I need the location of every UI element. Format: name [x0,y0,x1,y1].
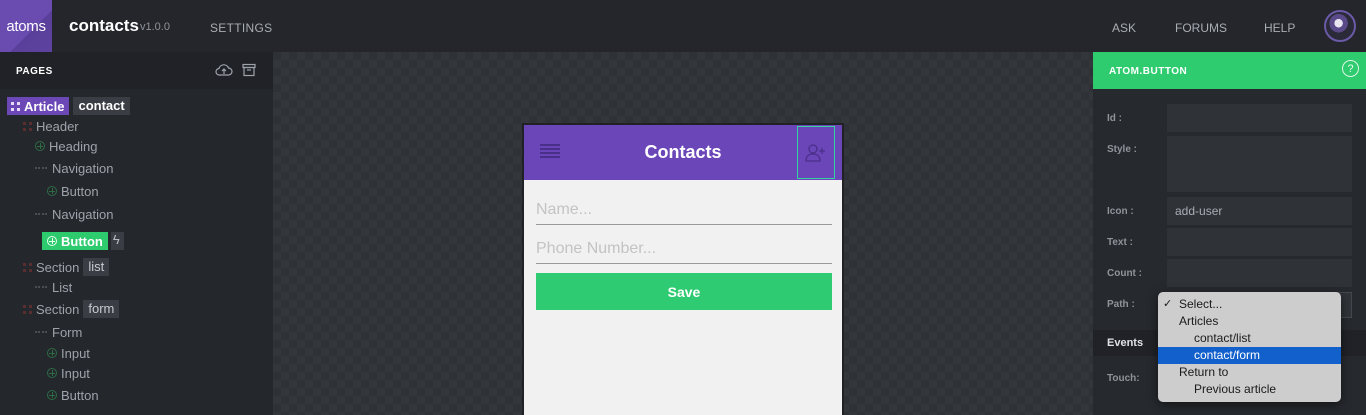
plus-circle-icon [47,348,57,358]
count-label: Count : [1107,268,1142,279]
pages-title: PAGES [16,66,53,77]
dots-icon [35,286,47,288]
design-canvas[interactable]: Contacts Name... Phone Number... Save [273,52,1093,415]
inspector-header: ATOM.BUTTON ? [1093,52,1366,89]
dropdown-group-return-to: Return to [1179,365,1229,379]
save-button[interactable]: Save [536,273,832,310]
phone-screen: Contacts Name... Phone Number... Save [524,125,842,415]
tree-label: Input [61,365,90,381]
tree-item-button[interactable]: Button [47,182,99,200]
article-tag[interactable]: contact [73,97,130,115]
cloud-upload-icon[interactable] [215,62,233,78]
grid-icon [23,262,32,272]
dots-icon [35,213,47,215]
help-link[interactable]: HELP [1264,21,1295,35]
ask-link[interactable]: ASK [1112,21,1136,35]
tree-label: Heading [49,138,98,154]
settings-link[interactable]: SETTINGS [210,21,272,35]
tree-label: Navigation [52,160,114,176]
icon-field[interactable]: add-user [1167,197,1352,225]
user-avatar[interactable] [1324,10,1356,42]
phone-number-input[interactable]: Phone Number... [536,230,832,264]
path-dropdown-menu[interactable]: ✓ Select... Articles contact/list contac… [1158,292,1341,402]
pages-sidebar: PAGES Article contact Header Heading Nav… [0,52,273,415]
style-field[interactable] [1167,136,1352,192]
plus-circle-icon [47,186,57,196]
id-field[interactable] [1167,104,1352,132]
help-icon[interactable]: ? [1342,60,1359,77]
tree-item-article[interactable]: Article contact [7,97,130,115]
tree-label: Button [61,387,99,403]
tree-item-heading[interactable]: Heading [35,137,97,155]
dropdown-option-label: Select... [1179,297,1223,311]
bolt-icon[interactable] [110,232,124,250]
path-label: Path : [1107,299,1135,310]
forums-link[interactable]: FORUMS [1175,21,1227,35]
tree-item-list[interactable]: List [35,278,72,296]
app-name: contacts [69,16,139,35]
tree-label: Section [36,301,80,317]
tree-label: Input [61,345,90,361]
plus-circle-icon [47,368,57,378]
tree-item-input[interactable]: Input [47,344,90,362]
inspector-title: ATOM.BUTTON [1109,66,1188,77]
plus-circle-icon [35,141,45,151]
grid-icon [11,101,20,111]
dots-icon [35,167,47,169]
tree-label: Button [61,233,103,249]
count-field[interactable] [1167,259,1352,287]
tree-label: Section [36,259,80,275]
article-pill[interactable]: Article [7,97,70,115]
dots-icon [35,331,47,333]
tree-item-form[interactable]: Form [35,323,82,341]
grid-icon [23,121,32,131]
checkmark-icon: ✓ [1163,298,1173,310]
archive-icon[interactable] [242,63,256,77]
dropdown-option-contact-list[interactable]: contact/list [1158,330,1341,347]
dropdown-option-select[interactable]: ✓ Select... [1158,296,1341,313]
icon-label: Icon : [1107,206,1134,217]
preview-title: Contacts [644,142,722,162]
plus-circle-icon [47,236,57,246]
tree-label: Navigation [52,206,114,222]
plus-circle-icon [47,390,57,400]
text-field[interactable] [1167,228,1352,256]
tree-item-header[interactable]: Header [23,117,79,135]
touch-label: Touch: [1107,373,1140,384]
app-version: v1.0.0 [140,21,170,33]
tree-item-navigation[interactable]: Navigation [35,159,113,177]
pages-header: PAGES [0,52,273,89]
tree-label: Form [52,324,83,340]
tree-label: List [52,279,73,295]
name-input[interactable]: Name... [536,191,832,225]
text-label: Text : [1107,237,1133,248]
grid-icon [23,304,32,314]
section-tag[interactable]: form [83,300,120,318]
tree-item-navigation[interactable]: Navigation [35,205,113,223]
style-label: Style : [1107,144,1138,155]
tree-label: Button [61,183,99,199]
add-user-button[interactable] [797,126,835,179]
tree-item-button-selected[interactable]: Button [42,232,124,250]
id-label: Id : [1107,113,1122,124]
phone-preview: Contacts Name... Phone Number... Save [522,123,844,415]
add-user-icon [805,143,825,162]
tree-item-section-list[interactable]: Section list [23,258,110,276]
atoms-logo[interactable]: atoms [0,0,52,52]
tree-item-input[interactable]: Input [47,364,90,382]
dropdown-group-articles: Articles [1179,314,1219,328]
events-title: Events [1107,337,1144,349]
preview-header[interactable]: Contacts [524,125,842,180]
tree-item-button[interactable]: Button [47,386,99,404]
tree-label: Header [36,118,79,134]
tree-item-section-form[interactable]: Section form [23,300,120,318]
top-bar: atoms contacts v1.0.0 SETTINGS ASK FORUM… [0,0,1366,52]
section-tag[interactable]: list [83,258,110,276]
selected-button-pill[interactable]: Button [42,232,108,250]
dropdown-option-contact-form[interactable]: contact/form [1158,347,1341,364]
tree-label: Article [24,98,65,114]
dropdown-option-previous-article[interactable]: Previous article [1158,381,1341,398]
